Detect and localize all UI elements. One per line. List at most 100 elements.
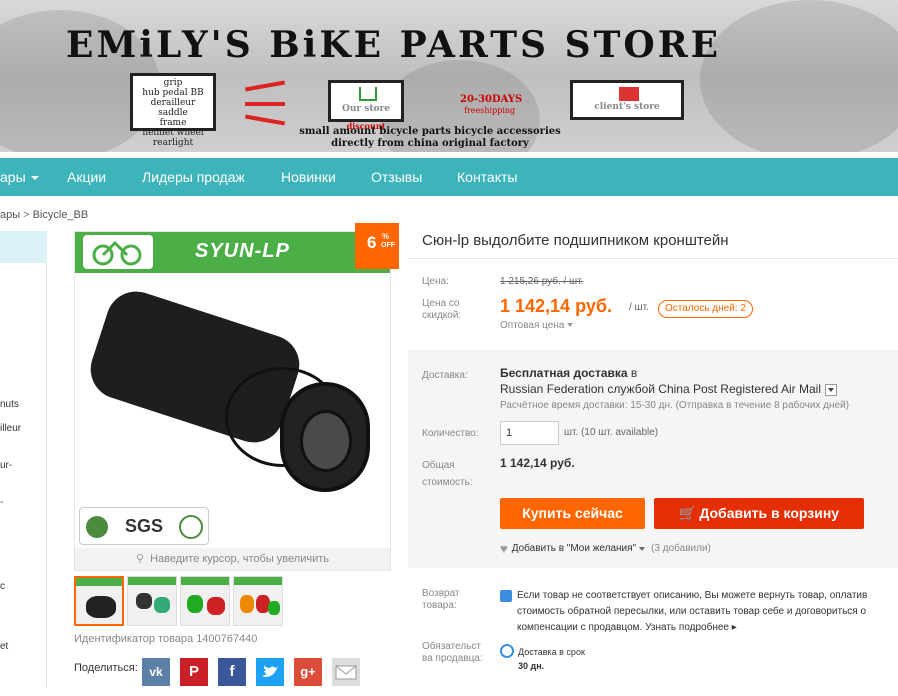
chevron-down-icon[interactable] bbox=[639, 546, 646, 551]
tagline-line: directly from china original factory bbox=[331, 138, 529, 149]
chevron-down-icon bbox=[30, 176, 39, 181]
google-plus-icon: g+ bbox=[300, 664, 316, 679]
sidebar-item[interactable]: nuts bbox=[0, 399, 19, 410]
sidebar-item[interactable]: - bbox=[0, 497, 3, 508]
banner-bg-shape bbox=[700, 0, 898, 152]
thumbnail[interactable] bbox=[233, 576, 283, 626]
cart-icon: 🛒 bbox=[678, 505, 697, 521]
wishlist-button[interactable]: Добавить в "Мои желания" bbox=[512, 543, 636, 554]
nav-item-promotions[interactable]: Акции bbox=[67, 169, 106, 185]
thumb-part bbox=[86, 596, 116, 618]
thumb-header bbox=[234, 577, 282, 585]
wishlist-count: (3 добавили) bbox=[651, 543, 711, 555]
sidebar-header bbox=[0, 231, 47, 263]
label-line: скидкой: bbox=[422, 310, 462, 321]
product-id: Идентификатор товара 1400767440 bbox=[74, 633, 258, 645]
nav-item-products[interactable]: ары bbox=[0, 169, 39, 185]
return-policy-text: Если товар не соответствует описанию, Вы… bbox=[517, 588, 898, 636]
share-vk-button[interactable]: vk bbox=[142, 658, 170, 686]
store-banner: EMiLY'S BiKE PARTS STORE grip hub pedal … bbox=[0, 0, 898, 152]
share-google-button[interactable]: g+ bbox=[294, 658, 322, 686]
vk-icon: vk bbox=[149, 665, 163, 679]
return-label: Возврат товара: bbox=[422, 588, 460, 612]
facebook-icon: f bbox=[229, 663, 235, 680]
total-label: Общая стоимость: bbox=[422, 457, 473, 491]
label-line: стоимость: bbox=[422, 477, 473, 488]
nav-item-new[interactable]: Новинки bbox=[281, 169, 336, 185]
wholesale-price-toggle[interactable]: Оптовая цена bbox=[500, 320, 574, 331]
bike-logo-icon bbox=[83, 235, 153, 269]
guarantee-line: Доставка в срок bbox=[518, 647, 585, 657]
buy-now-button[interactable]: Купить сейчас bbox=[500, 498, 645, 529]
magnifier-icon: ⚲ bbox=[136, 553, 145, 565]
quantity-label: Количество: bbox=[422, 428, 479, 439]
wishlist-row: ♥ Добавить в "Мои желания" (3 добавили) bbox=[500, 541, 711, 556]
wholesale-label: Оптовая цена bbox=[500, 320, 565, 331]
parts-word: grip bbox=[163, 78, 183, 88]
nav-label: ары bbox=[0, 169, 26, 185]
shipping-method-text: Russian Federation службой China Post Re… bbox=[500, 382, 822, 396]
thumb-header bbox=[76, 578, 122, 586]
client-store-label: client's store bbox=[594, 102, 660, 112]
share-email-button[interactable] bbox=[332, 658, 360, 686]
thumbnail[interactable] bbox=[180, 576, 230, 626]
brand-name: SYUN-LP bbox=[195, 240, 290, 262]
tagline-line: small amount bicycle parts bicycle acces… bbox=[299, 126, 561, 137]
share-label: Поделиться: bbox=[74, 662, 138, 674]
sidebar-item[interactable]: illeur bbox=[0, 423, 21, 434]
heart-icon: ♥ bbox=[500, 541, 508, 556]
chevron-down-icon bbox=[567, 323, 574, 328]
arrow-icon bbox=[245, 102, 285, 106]
our-store-link[interactable]: Our store discount bbox=[328, 80, 404, 131]
learn-more-link[interactable]: Узнать подробнее bbox=[645, 622, 729, 633]
parts-list-box: grip hub pedal BB derailleur saddle fram… bbox=[130, 73, 216, 148]
share-facebook-button[interactable]: f bbox=[218, 658, 246, 686]
thumb-part bbox=[268, 601, 280, 615]
arrow-icon bbox=[244, 114, 286, 126]
sgs-label: SGS bbox=[125, 516, 164, 536]
zoom-hint-text: Наведите курсор, чтобы увеличить bbox=[150, 553, 329, 565]
price-label: Цена: bbox=[422, 276, 449, 287]
quantity-input[interactable]: 1 bbox=[500, 421, 559, 445]
shipping-label: Доставка: bbox=[422, 370, 468, 381]
guarantee-label: Обязательст ва продавца: bbox=[422, 641, 483, 665]
free-shipping-suffix: в bbox=[630, 366, 638, 380]
thumb-part bbox=[154, 597, 170, 613]
parts-word: rearlight bbox=[152, 138, 194, 148]
sidebar-item[interactable]: et bbox=[0, 641, 8, 652]
total-price: 1 142,14 руб. bbox=[500, 456, 575, 470]
store-title: EMiLY'S BiKE PARTS STORE bbox=[66, 24, 722, 66]
client-store-link[interactable]: client's store bbox=[570, 80, 684, 120]
sidebar-item[interactable]: ur- bbox=[0, 460, 12, 471]
sidebar-item[interactable]: c bbox=[0, 581, 5, 592]
days-left-badge: Осталось дней: 2 bbox=[658, 300, 753, 318]
discount-price: 1 142,14 руб. bbox=[500, 296, 612, 316]
nav-item-contacts[interactable]: Контакты bbox=[457, 169, 517, 185]
add-to-cart-button[interactable]: 🛒 Добавить в корзину bbox=[654, 498, 864, 529]
thumb-part bbox=[136, 593, 152, 609]
breadcrumb-link[interactable]: ары bbox=[0, 209, 20, 221]
guarantee-days: 30 дн. bbox=[518, 661, 545, 671]
breadcrumb-current[interactable]: Bicycle_BB bbox=[33, 209, 89, 221]
thumbnail[interactable] bbox=[74, 576, 124, 626]
label-line: Цена со bbox=[422, 298, 460, 309]
parts-word: helmet wheel bbox=[142, 128, 204, 138]
nav-item-reviews[interactable]: Отзывы bbox=[371, 169, 422, 185]
image-brand-header: SYUN-LP bbox=[75, 232, 390, 273]
zoom-hint: ⚲ Наведите курсор, чтобы увеличить bbox=[75, 548, 390, 570]
discount-price-label: Цена со скидкой: bbox=[422, 298, 461, 322]
old-price: 1 215,26 руб. / шт. bbox=[500, 276, 584, 287]
product-main-image[interactable]: SYUN-LP SGS ⚲ Наведите курсор, чтобы увел… bbox=[74, 231, 391, 571]
thumb-header bbox=[128, 577, 176, 585]
shipping-dropdown-button[interactable] bbox=[825, 383, 838, 396]
label-line: Обязательст bbox=[422, 641, 481, 652]
banner-tagline: small amount bicycle parts bicycle acces… bbox=[280, 126, 580, 150]
main-nav: ары Акции Лидеры продаж Новинки Отзывы К… bbox=[0, 158, 898, 196]
share-twitter-button[interactable] bbox=[256, 658, 284, 686]
thumbnail[interactable] bbox=[127, 576, 177, 626]
share-pinterest-button[interactable]: P bbox=[180, 658, 208, 686]
nav-item-bestsellers[interactable]: Лидеры продаж bbox=[142, 169, 245, 185]
shipping-estimate: Расчётное время доставки: 15-30 дн. (Отп… bbox=[500, 400, 850, 411]
free-shipping-strong: Бесплатная доставка bbox=[500, 366, 628, 380]
ship-days-label: 20-30DAYS bbox=[460, 94, 523, 105]
